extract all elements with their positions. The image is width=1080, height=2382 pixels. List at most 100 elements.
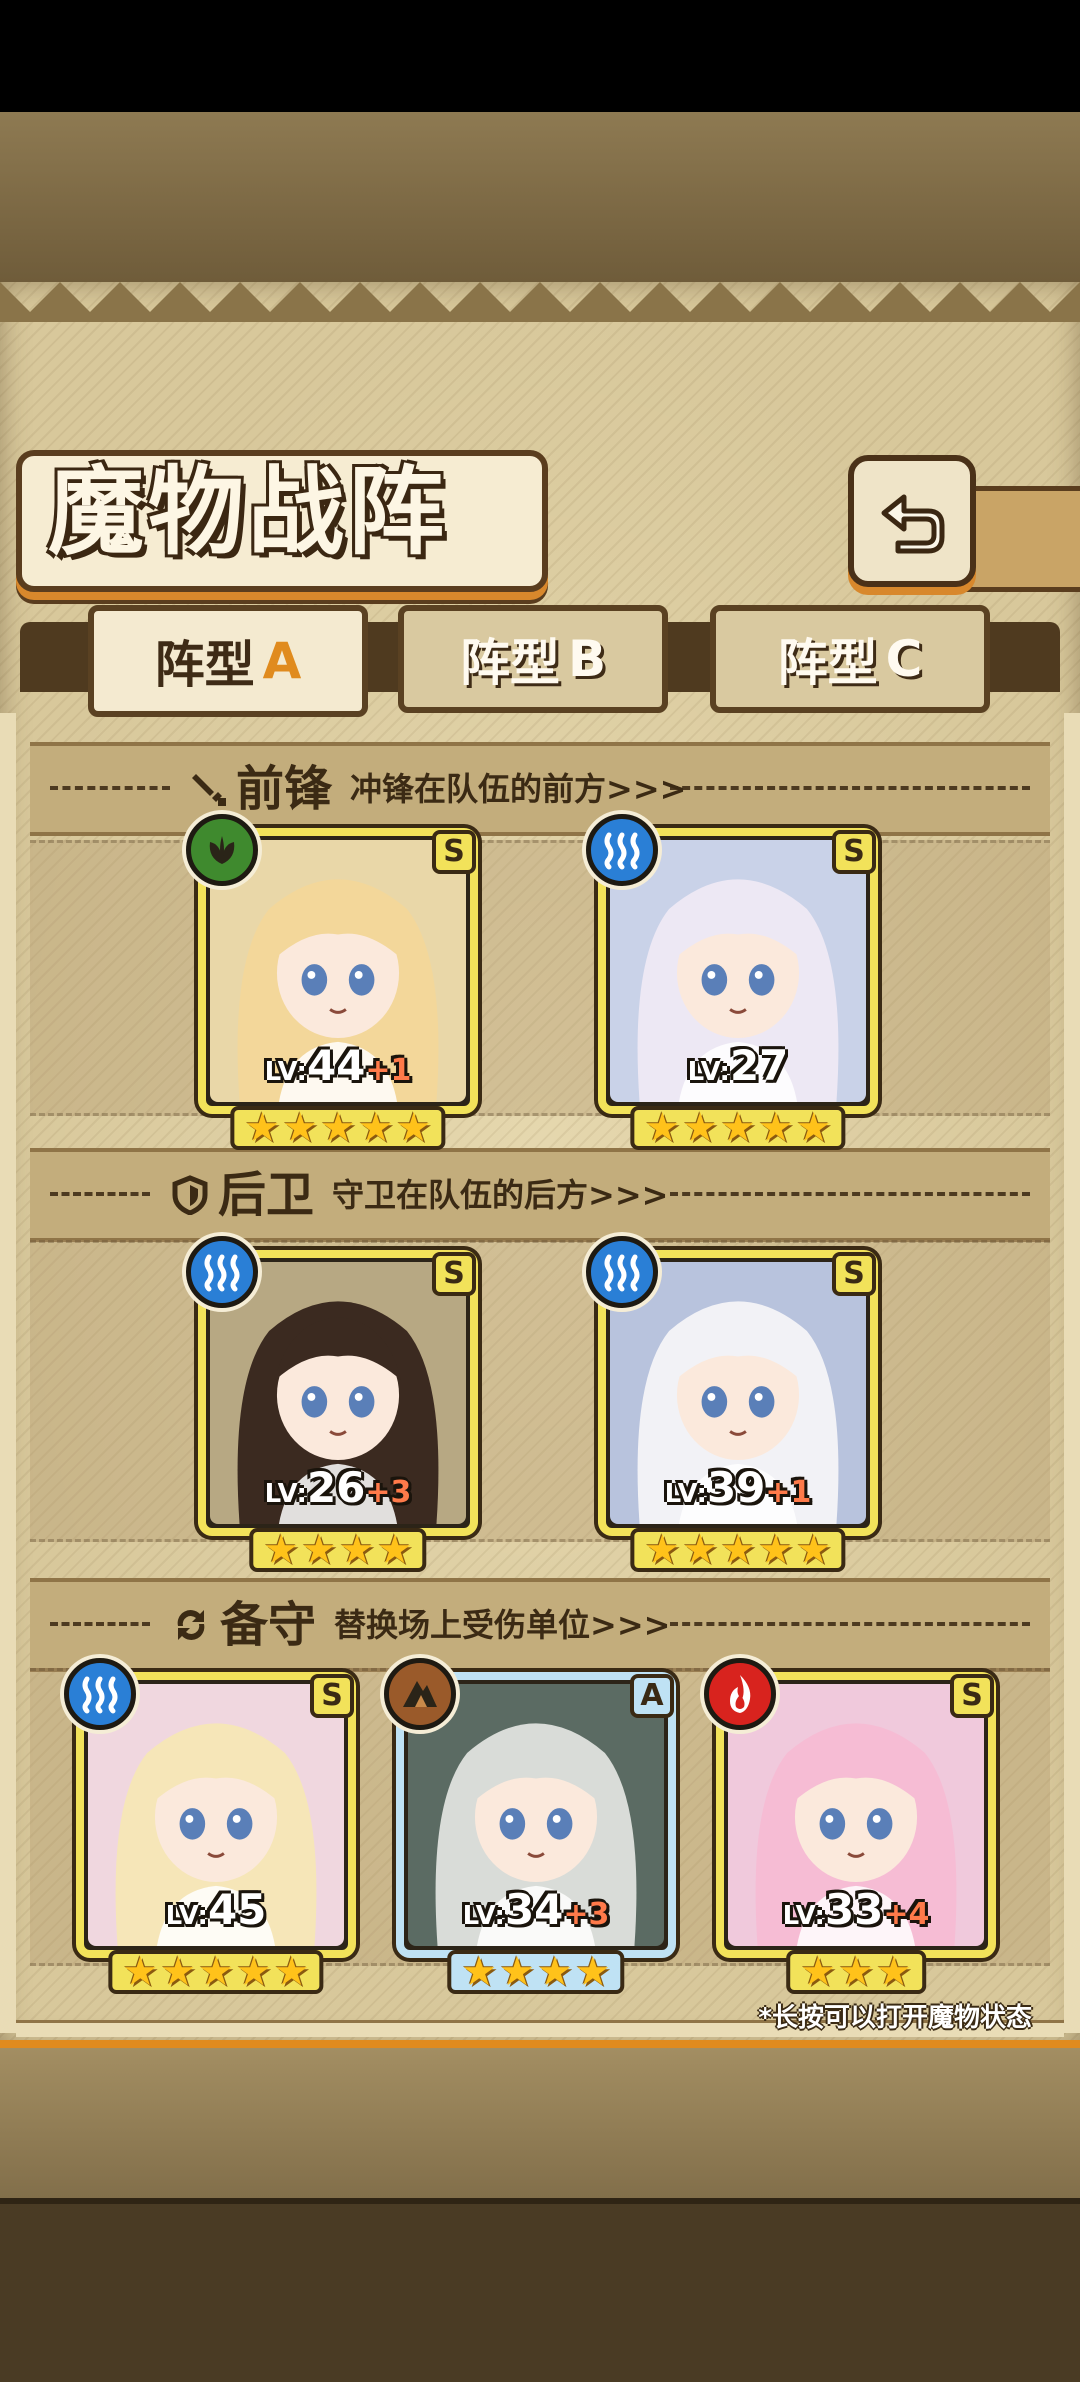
star-icon: ★	[461, 1949, 498, 1995]
unit-level: LV:27	[606, 1044, 870, 1094]
level-tag: LV:	[462, 1901, 505, 1931]
status-bar	[0, 0, 1080, 112]
tab-formation-a[interactable]: 阵型 A	[88, 605, 368, 717]
water-element-icon	[586, 1236, 658, 1308]
tab-formation-b[interactable]: 阵型 B	[398, 605, 668, 713]
section-desc-rear: 守卫在队伍的后方>>>	[332, 1176, 669, 1214]
rank-badge: S	[310, 1674, 354, 1718]
rank-badge: S	[832, 830, 876, 874]
earth-element-icon	[384, 1658, 456, 1730]
star-icon: ★	[682, 1105, 719, 1151]
nature-element-icon	[186, 814, 258, 886]
back-button[interactable]	[848, 455, 976, 587]
star-rating: ★ ★ ★ ★ ★	[230, 1105, 446, 1151]
front-row-strip	[30, 840, 1050, 1116]
section-title-rear: 后卫	[218, 1167, 315, 1223]
section-desc-reserve: 替换场上受伤单位>>>	[334, 1606, 671, 1644]
level-number: 27	[729, 1041, 789, 1090]
level-plus: +3	[563, 1897, 610, 1932]
rank-badge: S	[950, 1674, 994, 1718]
star-rating: ★ ★ ★	[786, 1950, 926, 1994]
map-top-band	[0, 112, 1080, 288]
return-arrow-icon	[881, 494, 945, 554]
star-icon: ★	[357, 1105, 394, 1151]
section-header-front: 前锋 冲锋在队伍的前方>>>	[30, 742, 1050, 836]
level-tag: LV:	[782, 1901, 825, 1931]
tab-letter: A	[262, 632, 302, 690]
star-icon: ★	[795, 1105, 832, 1151]
section-header-rear: 后卫 守卫在队伍的后方>>>	[30, 1148, 1050, 1242]
map-bottom-band	[0, 2048, 1080, 2382]
level-number: 39	[706, 1463, 766, 1512]
star-rating: ★ ★ ★ ★ ★	[630, 1105, 846, 1151]
panel-bottom-accent	[0, 2040, 1080, 2048]
star-rating: ★ ★ ★ ★	[249, 1527, 427, 1573]
star-rating: ★ ★ ★ ★ ★	[108, 1949, 324, 1995]
water-element-icon	[186, 1236, 258, 1308]
star-icon: ★	[395, 1105, 432, 1151]
star-icon: ★	[198, 1949, 234, 1995]
level-plus: +1	[365, 1053, 412, 1088]
star-icon: ★	[499, 1949, 535, 1995]
level-number: 34	[504, 1885, 564, 1934]
rank-badge: S	[432, 1252, 476, 1296]
star-icon: ★	[800, 1949, 837, 1995]
star-icon: ★	[720, 1527, 756, 1573]
level-number: 26	[306, 1463, 366, 1512]
rank-badge: A	[630, 1674, 674, 1718]
unit-level: LV:26+3	[206, 1466, 470, 1516]
level-tag: LV:	[165, 1901, 208, 1931]
star-icon: ★	[838, 1949, 874, 1995]
star-icon: ★	[282, 1105, 319, 1151]
star-icon: ★	[160, 1949, 197, 1995]
tab-label: 阵型	[777, 634, 878, 692]
tab-label: 阵型	[459, 634, 560, 692]
level-plus: +4	[883, 1897, 930, 1932]
level-number: 33	[824, 1885, 884, 1934]
shield-icon	[172, 1175, 208, 1215]
tab-letter: C	[885, 630, 923, 688]
star-icon: ★	[235, 1949, 272, 1995]
rank-badge: S	[432, 830, 476, 874]
fire-element-icon	[704, 1658, 776, 1730]
section-title-reserve: 备守	[220, 1597, 317, 1653]
star-icon: ★	[301, 1527, 337, 1573]
page-title: 魔物战阵	[48, 455, 448, 568]
star-icon: ★	[795, 1527, 832, 1573]
star-rating: ★ ★ ★ ★ ★	[630, 1527, 846, 1573]
sword-icon	[192, 774, 226, 806]
level-plus: +1	[765, 1475, 812, 1510]
unit-level: LV:39+1	[606, 1466, 870, 1516]
tab-formation-c[interactable]: 阵型 C	[710, 605, 990, 713]
star-rating: ★ ★ ★ ★	[447, 1949, 625, 1995]
water-element-icon	[586, 814, 658, 886]
swap-icon	[177, 1610, 205, 1640]
unit-level: LV:44+1	[206, 1044, 470, 1094]
map-bottom-dark	[0, 2198, 1080, 2382]
rank-badge: S	[832, 1252, 876, 1296]
unit-level: LV:33+4	[724, 1888, 988, 1938]
star-icon: ★	[320, 1105, 356, 1151]
level-tag: LV:	[664, 1479, 707, 1509]
long-press-hint: *长按可以打开魔物状态	[758, 2003, 1032, 2033]
star-icon: ★	[339, 1527, 375, 1573]
star-icon: ★	[376, 1527, 413, 1573]
level-tag: LV:	[687, 1057, 730, 1087]
star-icon: ★	[263, 1527, 300, 1573]
star-icon: ★	[574, 1949, 611, 1995]
level-tag: LV:	[264, 1057, 307, 1087]
panel-zigzag-edge	[0, 282, 1080, 322]
section-title-front: 前锋	[236, 761, 333, 817]
star-icon: ★	[244, 1105, 281, 1151]
star-icon: ★	[757, 1105, 794, 1151]
water-element-icon	[64, 1658, 136, 1730]
level-plus: +3	[365, 1475, 412, 1510]
star-icon: ★	[875, 1949, 912, 1995]
tab-label: 阵型	[154, 636, 255, 694]
unit-level: LV:34+3	[404, 1888, 668, 1938]
unit-level: LV:45	[84, 1888, 348, 1938]
section-header-reserve: 备守 替换场上受伤单位>>>	[30, 1578, 1050, 1672]
level-tag: LV:	[264, 1479, 307, 1509]
star-icon: ★	[273, 1949, 310, 1995]
rear-row-strip	[30, 1240, 1050, 1542]
